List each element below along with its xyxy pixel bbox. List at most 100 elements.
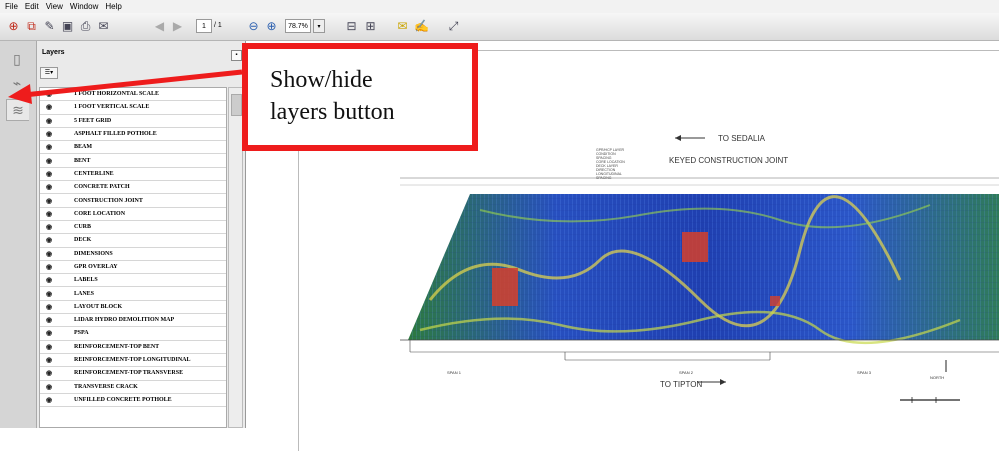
fit-page-icon[interactable]: ⊞ (363, 19, 378, 34)
layer-row[interactable]: ◉ DECK (40, 234, 226, 248)
eye-icon[interactable]: ◉ (44, 263, 54, 271)
layer-row[interactable]: ◉ BENT (40, 154, 226, 168)
layer-row[interactable]: ◉ CENTERLINE (40, 168, 226, 182)
eye-icon[interactable]: ◉ (44, 290, 54, 298)
zoom-out-icon[interactable]: ⊖ (246, 19, 261, 34)
layer-row[interactable]: ◉ REINFORCEMENT-TOP TRANSVERSE (40, 367, 226, 381)
collapse-panel-icon[interactable]: ▪ (231, 50, 242, 61)
fit-width-icon[interactable]: ⊟ (344, 19, 359, 34)
eye-icon[interactable]: ◉ (44, 276, 54, 284)
layer-label: LABELS (74, 277, 98, 284)
drawing-notes: GPR/HCP LAYER CONDITION SPACING CORE LOC… (596, 148, 625, 180)
edit-icon[interactable]: ✎ (42, 19, 57, 34)
eye-icon[interactable]: ◉ (44, 183, 54, 191)
page-total: / 1 (214, 22, 222, 29)
layers-panel: Layers ▪ ☰▾ ◉ 1 FOOT HORIZONTAL SCALE ◉ 1 … (37, 41, 246, 428)
combine-icon[interactable]: ⧉ (24, 19, 39, 34)
layer-row[interactable]: ◉ LANES (40, 287, 226, 301)
layer-row[interactable]: ◉ REINFORCEMENT-TOP BENT (40, 341, 226, 354)
layer-row[interactable]: ◉ LIDAR HYDRO DEMOLITION MAP (40, 314, 226, 328)
layer-label: REINFORCEMENT-TOP BENT (74, 343, 160, 350)
keyed-joint-label: KEYED CONSTRUCTION JOINT (669, 156, 789, 165)
menu-help[interactable]: Help (105, 0, 121, 13)
layer-row[interactable]: ◉ REINFORCEMENT-TOP LONGITUDINAL (40, 354, 226, 368)
to-tipton-label: TO TIPTON (660, 380, 703, 389)
layer-row[interactable]: ◉ GPR OVERLAY (40, 261, 226, 275)
layer-label: CORE LOCATION (74, 210, 126, 217)
zoom-in-icon[interactable]: ⊕ (264, 19, 279, 34)
eye-icon[interactable]: ◉ (44, 316, 54, 324)
layer-label: GPR OVERLAY (74, 264, 118, 270)
layer-label: TRANSVERSE CRACK (74, 383, 138, 390)
layer-row[interactable]: ◉ 1 FOOT HORIZONTAL SCALE (40, 88, 226, 102)
layer-row[interactable]: ◉ TRANSVERSE CRACK (40, 381, 226, 394)
eye-icon[interactable]: ◉ (44, 329, 54, 337)
eye-icon[interactable]: ◉ (44, 103, 54, 111)
layer-label: REINFORCEMENT-TOP TRANSVERSE (74, 370, 184, 377)
menu-view[interactable]: View (46, 0, 63, 13)
previous-page-icon[interactable]: ◀ (152, 19, 167, 34)
eye-icon[interactable]: ◉ (44, 197, 54, 205)
layer-label: ASPHALT FILLED POTHOLE (74, 131, 157, 138)
eye-icon[interactable]: ◉ (44, 117, 54, 125)
layer-row[interactable]: ◉ CORE LOCATION (40, 208, 226, 221)
pages-icon[interactable]: ▯ (6, 49, 28, 69)
layer-row[interactable]: ◉ CURB (40, 221, 226, 235)
layer-row[interactable]: ◉ LABELS (40, 274, 226, 288)
layer-list-scrollbar[interactable] (228, 87, 243, 428)
layer-label: LANES (74, 290, 95, 297)
fullscreen-icon[interactable]: ⤢ (446, 19, 461, 34)
layer-row[interactable]: ◉ BEAM (40, 141, 226, 155)
toolbar: ⊕ ⧉ ✎ ▣ ⎙ ✉ ◀ ▶ 1 / 1 ⊖ ⊕ 78.7% ▾ ⊟ ⊞ ✉ … (0, 13, 999, 41)
menu-edit[interactable]: Edit (25, 0, 39, 13)
panel-title: Layers (42, 49, 65, 56)
print-icon[interactable]: ⎙ (78, 19, 93, 34)
comment-icon[interactable]: ✉ (395, 19, 410, 34)
eye-icon[interactable]: ◉ (44, 223, 54, 231)
zoom-dropdown-icon[interactable]: ▾ (313, 19, 325, 33)
layers-button[interactable]: ≋ (6, 99, 29, 121)
layer-row[interactable]: ◉ UNFILLED CONCRETE POTHOLE (40, 394, 226, 408)
eye-icon[interactable]: ◉ (44, 90, 54, 98)
eye-icon[interactable]: ◉ (44, 170, 54, 178)
layer-label: BEAM (74, 144, 92, 151)
page-number-field[interactable]: 1 (196, 19, 212, 33)
menu-window[interactable]: Window (70, 0, 98, 13)
eye-icon[interactable]: ◉ (44, 157, 54, 165)
layer-label: DIMENSIONS (74, 250, 113, 257)
eye-icon[interactable]: ◉ (44, 236, 54, 244)
eye-icon[interactable]: ◉ (44, 396, 54, 404)
span-1-label: SPAN 1 (447, 370, 461, 375)
email-icon[interactable]: ✉ (96, 19, 111, 34)
layer-row[interactable]: ◉ LAYOUT BLOCK (40, 301, 226, 315)
eye-icon[interactable]: ◉ (44, 250, 54, 258)
attachments-icon[interactable]: ⌁ (6, 73, 28, 93)
scroll-thumb[interactable] (231, 94, 242, 116)
eye-icon[interactable]: ◉ (44, 210, 54, 218)
next-page-icon[interactable]: ▶ (170, 19, 185, 34)
sign-icon[interactable]: ✍ (414, 19, 429, 34)
layer-label: 1 FOOT VERTICAL SCALE (74, 104, 150, 111)
zoom-field[interactable]: 78.7% (285, 19, 311, 33)
layer-row[interactable]: ◉ CONCRETE PATCH (40, 181, 226, 195)
eye-icon[interactable]: ◉ (44, 130, 54, 138)
eye-icon[interactable]: ◉ (44, 383, 54, 391)
layer-row[interactable]: ◉ ASPHALT FILLED POTHOLE (40, 128, 226, 142)
create-icon[interactable]: ⊕ (6, 19, 21, 34)
layer-row[interactable]: ◉ 5 FEET GRID (40, 115, 226, 128)
options-icon[interactable]: ☰▾ (40, 67, 58, 79)
layer-row[interactable]: ◉ CONSTRUCTION JOINT (40, 194, 226, 208)
layer-row[interactable]: ◉ 1 FOOT VERTICAL SCALE (40, 101, 226, 115)
layer-row[interactable]: ◉ PSPA (40, 327, 226, 341)
eye-icon[interactable]: ◉ (44, 356, 54, 364)
eye-icon[interactable]: ◉ (44, 303, 54, 311)
menu-file[interactable]: File (5, 0, 18, 13)
layer-row[interactable]: ◉ DIMENSIONS (40, 248, 226, 261)
to-sedalia-label: TO SEDALIA (718, 134, 765, 143)
layer-label: 1 FOOT HORIZONTAL SCALE (74, 91, 159, 98)
eye-icon[interactable]: ◉ (44, 143, 54, 151)
eye-icon[interactable]: ◉ (44, 369, 54, 377)
save-icon[interactable]: ▣ (60, 19, 75, 34)
layer-label: REINFORCEMENT-TOP LONGITUDINAL (74, 357, 191, 364)
eye-icon[interactable]: ◉ (44, 343, 54, 351)
